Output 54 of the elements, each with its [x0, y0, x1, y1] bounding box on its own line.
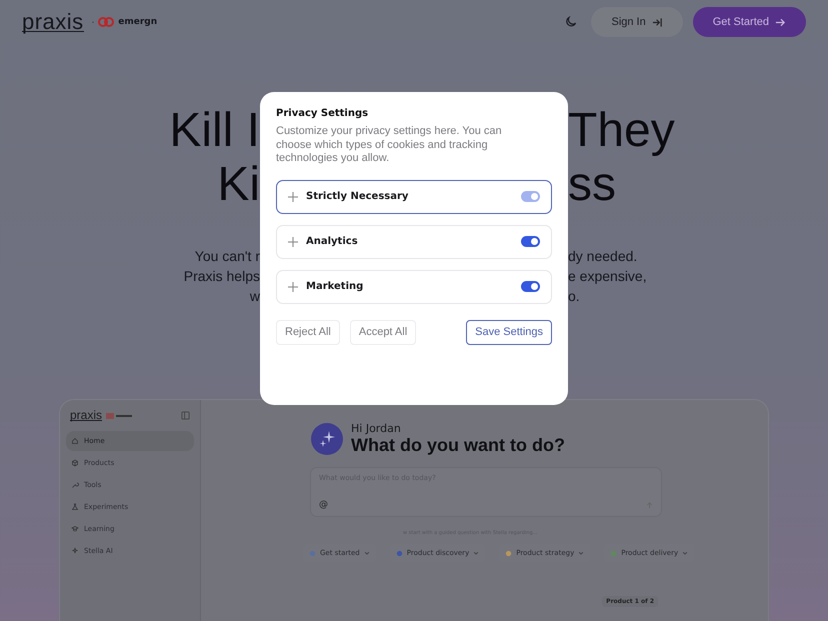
mention-button[interactable]: @ — [319, 500, 328, 510]
nav-icon — [71, 459, 79, 467]
chevron-down-icon — [364, 550, 370, 556]
dot-icon — [610, 550, 618, 556]
headline-text: They — [568, 106, 675, 156]
subtitle-text: w — [250, 287, 260, 306]
praxis-logo[interactable]: praxis — [22, 12, 84, 32]
headline-text: Ki — [217, 160, 260, 210]
sidebar-toggle-icon[interactable] — [181, 411, 190, 420]
subtitle-text: e expensive, — [568, 267, 647, 286]
moon-icon[interactable] — [565, 16, 578, 28]
sparkle-avatar-icon — [311, 423, 343, 455]
dialog-button[interactable]: Accept All — [350, 320, 416, 344]
sign-in-button[interactable]: Sign In — [591, 7, 683, 37]
subtitle-text: Praxis helps — [184, 267, 260, 286]
subtitle-text: You can't r — [194, 247, 260, 266]
sign-in-arrow-icon — [652, 16, 663, 28]
nav-icon — [71, 437, 79, 445]
plus-icon[interactable] — [288, 236, 298, 246]
arrow-right-icon — [775, 16, 786, 28]
nav-icon — [71, 525, 79, 533]
page-heading: What do you want to do? — [351, 435, 565, 456]
chevron-down-icon — [682, 550, 688, 556]
get-started-button[interactable]: Get Started — [692, 7, 806, 37]
plus-icon[interactable] — [288, 282, 298, 292]
logo-separator: · — [92, 18, 94, 26]
nav-icon — [71, 481, 79, 489]
headline-text: ss — [568, 160, 616, 210]
nav-icon — [71, 503, 79, 511]
category-label: Marketing — [306, 281, 364, 292]
category-label: Strictly Necessary — [306, 191, 410, 202]
dialog-title: Privacy Settings — [276, 108, 370, 119]
headline-text: Kill I — [169, 106, 260, 156]
rings-logo-icon — [98, 17, 114, 27]
partner-logo-icon — [106, 412, 132, 418]
chevron-down-icon — [578, 550, 584, 556]
dot-icon — [309, 550, 316, 556]
dot-icon — [396, 550, 403, 556]
greeting-text: Hi Jordan — [351, 422, 402, 435]
cookie-category-row[interactable]: Analytics — [276, 224, 552, 258]
dialog-button[interactable]: Save Settings — [466, 320, 552, 344]
dot-icon — [505, 550, 512, 556]
cookie-category-row[interactable]: Marketing — [276, 270, 552, 304]
dialog-description: Customize your privacy settings here. You can choose which types of cookies and tracking technologies you allow. — [276, 125, 503, 166]
toggle-switch[interactable] — [521, 281, 540, 292]
chevron-down-icon — [473, 550, 480, 556]
dialog-button[interactable]: Reject All — [276, 320, 340, 344]
category-label: Analytics — [306, 236, 359, 247]
nav-icon — [71, 547, 79, 555]
subtitle-text: dy needed. — [568, 247, 638, 266]
toggle-switch[interactable] — [521, 236, 540, 247]
praxis-logo: praxis — [70, 410, 102, 421]
subtitle-text: o. — [568, 287, 580, 306]
partner-logo: emergn — [118, 17, 158, 27]
